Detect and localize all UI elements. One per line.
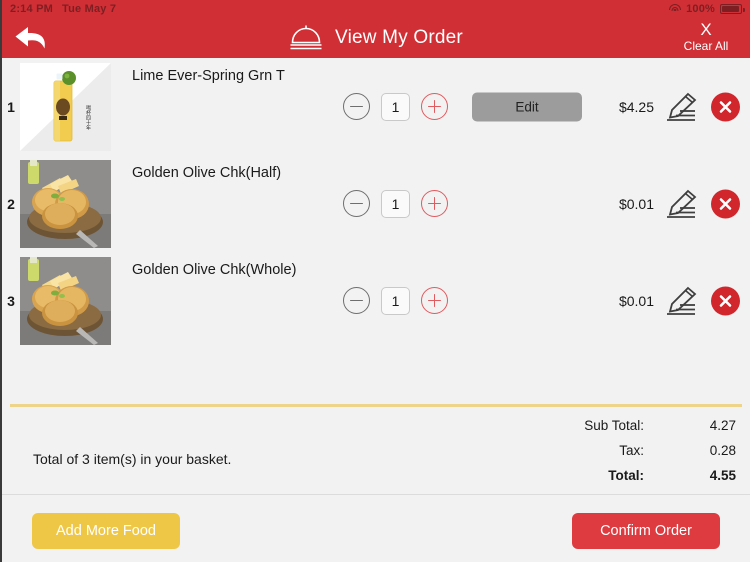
edit-pencil-button[interactable] xyxy=(664,286,698,316)
sub-total-row: Sub Total: 4.27 xyxy=(584,413,736,438)
edit-pencil-button[interactable] xyxy=(664,92,698,122)
status-bar-left: 2:14 PM Tue May 7 xyxy=(10,3,116,15)
quantity-stepper: 1 xyxy=(343,286,448,315)
quantity-value[interactable]: 1 xyxy=(381,189,410,218)
page-title: View My Order xyxy=(335,27,463,48)
edit-pencil-icon xyxy=(667,286,697,315)
edit-pencil-icon xyxy=(667,92,697,121)
item-price: $4.25 xyxy=(618,98,654,115)
status-bar: 2:14 PM Tue May 7 100% xyxy=(2,0,750,18)
lime-green-tea-drink-image: 喝杯四十年 xyxy=(20,62,111,151)
plus-circle-icon[interactable] xyxy=(421,190,448,217)
status-date: Tue May 7 xyxy=(61,3,117,15)
delete-x-icon xyxy=(719,197,732,210)
quantity-stepper: 1 xyxy=(343,92,448,121)
status-time: 2:14 PM xyxy=(10,3,53,15)
fried-chicken-half-image xyxy=(20,159,111,248)
footer-bar: Add More Food Confirm Order xyxy=(2,495,750,562)
item-name: Lime Ever-Spring Grn T xyxy=(132,68,285,84)
minus-circle-icon[interactable] xyxy=(343,190,370,217)
battery-percent: 100% xyxy=(686,3,715,15)
item-thumbnail xyxy=(20,256,111,345)
plus-circle-icon[interactable] xyxy=(421,93,448,120)
quantity-value[interactable]: 1 xyxy=(381,92,410,121)
status-bar-right: 100% xyxy=(668,3,745,15)
basket-count-text: Total of 3 item(s) in your basket. xyxy=(33,451,232,467)
order-summary: Total of 3 item(s) in your basket. Sub T… xyxy=(2,407,750,489)
minus-circle-icon[interactable] xyxy=(343,287,370,314)
delete-item-button[interactable] xyxy=(711,286,740,315)
wifi-icon xyxy=(668,4,681,14)
quantity-value[interactable]: 1 xyxy=(381,286,410,315)
battery-icon xyxy=(720,4,745,14)
quantity-stepper: 1 xyxy=(343,189,448,218)
item-thumbnail xyxy=(20,159,111,248)
total-row: Total: 4.55 xyxy=(584,463,736,488)
back-arrow-icon xyxy=(15,27,45,49)
tax-label: Tax: xyxy=(619,443,644,458)
item-name: Golden Olive Chk(Whole) xyxy=(132,262,297,278)
edit-pencil-button[interactable] xyxy=(664,189,698,219)
table-row: 3 Golden Olive Chk(Whole) 1 $0.01 xyxy=(2,252,750,349)
total-value: 4.55 xyxy=(709,468,736,483)
item-price: $0.01 xyxy=(618,292,654,309)
add-more-food-button[interactable]: Add More Food xyxy=(32,513,180,549)
fried-chicken-whole-image xyxy=(20,256,111,345)
clear-all-button[interactable]: X Clear All xyxy=(670,20,742,53)
table-row: 1 喝杯四十年 Lime Ever-Spring Grn T 1 Edit $4… xyxy=(2,58,750,155)
sub-total-label: Sub Total: xyxy=(584,418,644,433)
delete-item-button[interactable] xyxy=(711,92,740,121)
item-price: $0.01 xyxy=(618,195,654,212)
order-screen: 2:14 PM Tue May 7 100% View My Order X C… xyxy=(0,0,750,562)
delete-x-icon xyxy=(719,294,732,307)
tax-row: Tax: 0.28 xyxy=(584,438,736,463)
table-row: 2 Golden Olive Chk(Half) 1 $0.01 xyxy=(2,155,750,252)
totals-table: Sub Total: 4.27 Tax: 0.28 Total: 4.55 xyxy=(584,413,736,488)
minus-circle-icon[interactable] xyxy=(343,93,370,120)
back-button[interactable] xyxy=(2,18,66,58)
svg-text:喝杯四十年: 喝杯四十年 xyxy=(85,105,91,131)
edit-pencil-icon xyxy=(667,189,697,218)
food-dome-icon xyxy=(290,25,322,50)
row-index: 2 xyxy=(7,195,15,212)
sub-total-value: 4.27 xyxy=(709,418,736,433)
item-name: Golden Olive Chk(Half) xyxy=(132,165,282,181)
confirm-order-button[interactable]: Confirm Order xyxy=(572,513,720,549)
header-center: View My Order xyxy=(2,18,750,58)
order-items-list: 1 喝杯四十年 Lime Ever-Spring Grn T 1 Edit $4… xyxy=(2,58,750,397)
total-label: Total: xyxy=(608,468,644,483)
plus-circle-icon[interactable] xyxy=(421,287,448,314)
item-thumbnail: 喝杯四十年 xyxy=(20,62,111,151)
close-icon: X xyxy=(700,20,712,39)
tax-value: 0.28 xyxy=(709,443,736,458)
row-index: 3 xyxy=(7,292,15,309)
delete-x-icon xyxy=(719,100,732,113)
delete-item-button[interactable] xyxy=(711,189,740,218)
edit-button[interactable]: Edit xyxy=(472,92,582,121)
clear-all-label: Clear All xyxy=(683,39,729,53)
row-index: 1 xyxy=(7,98,15,115)
app-header: View My Order X Clear All xyxy=(2,18,750,58)
